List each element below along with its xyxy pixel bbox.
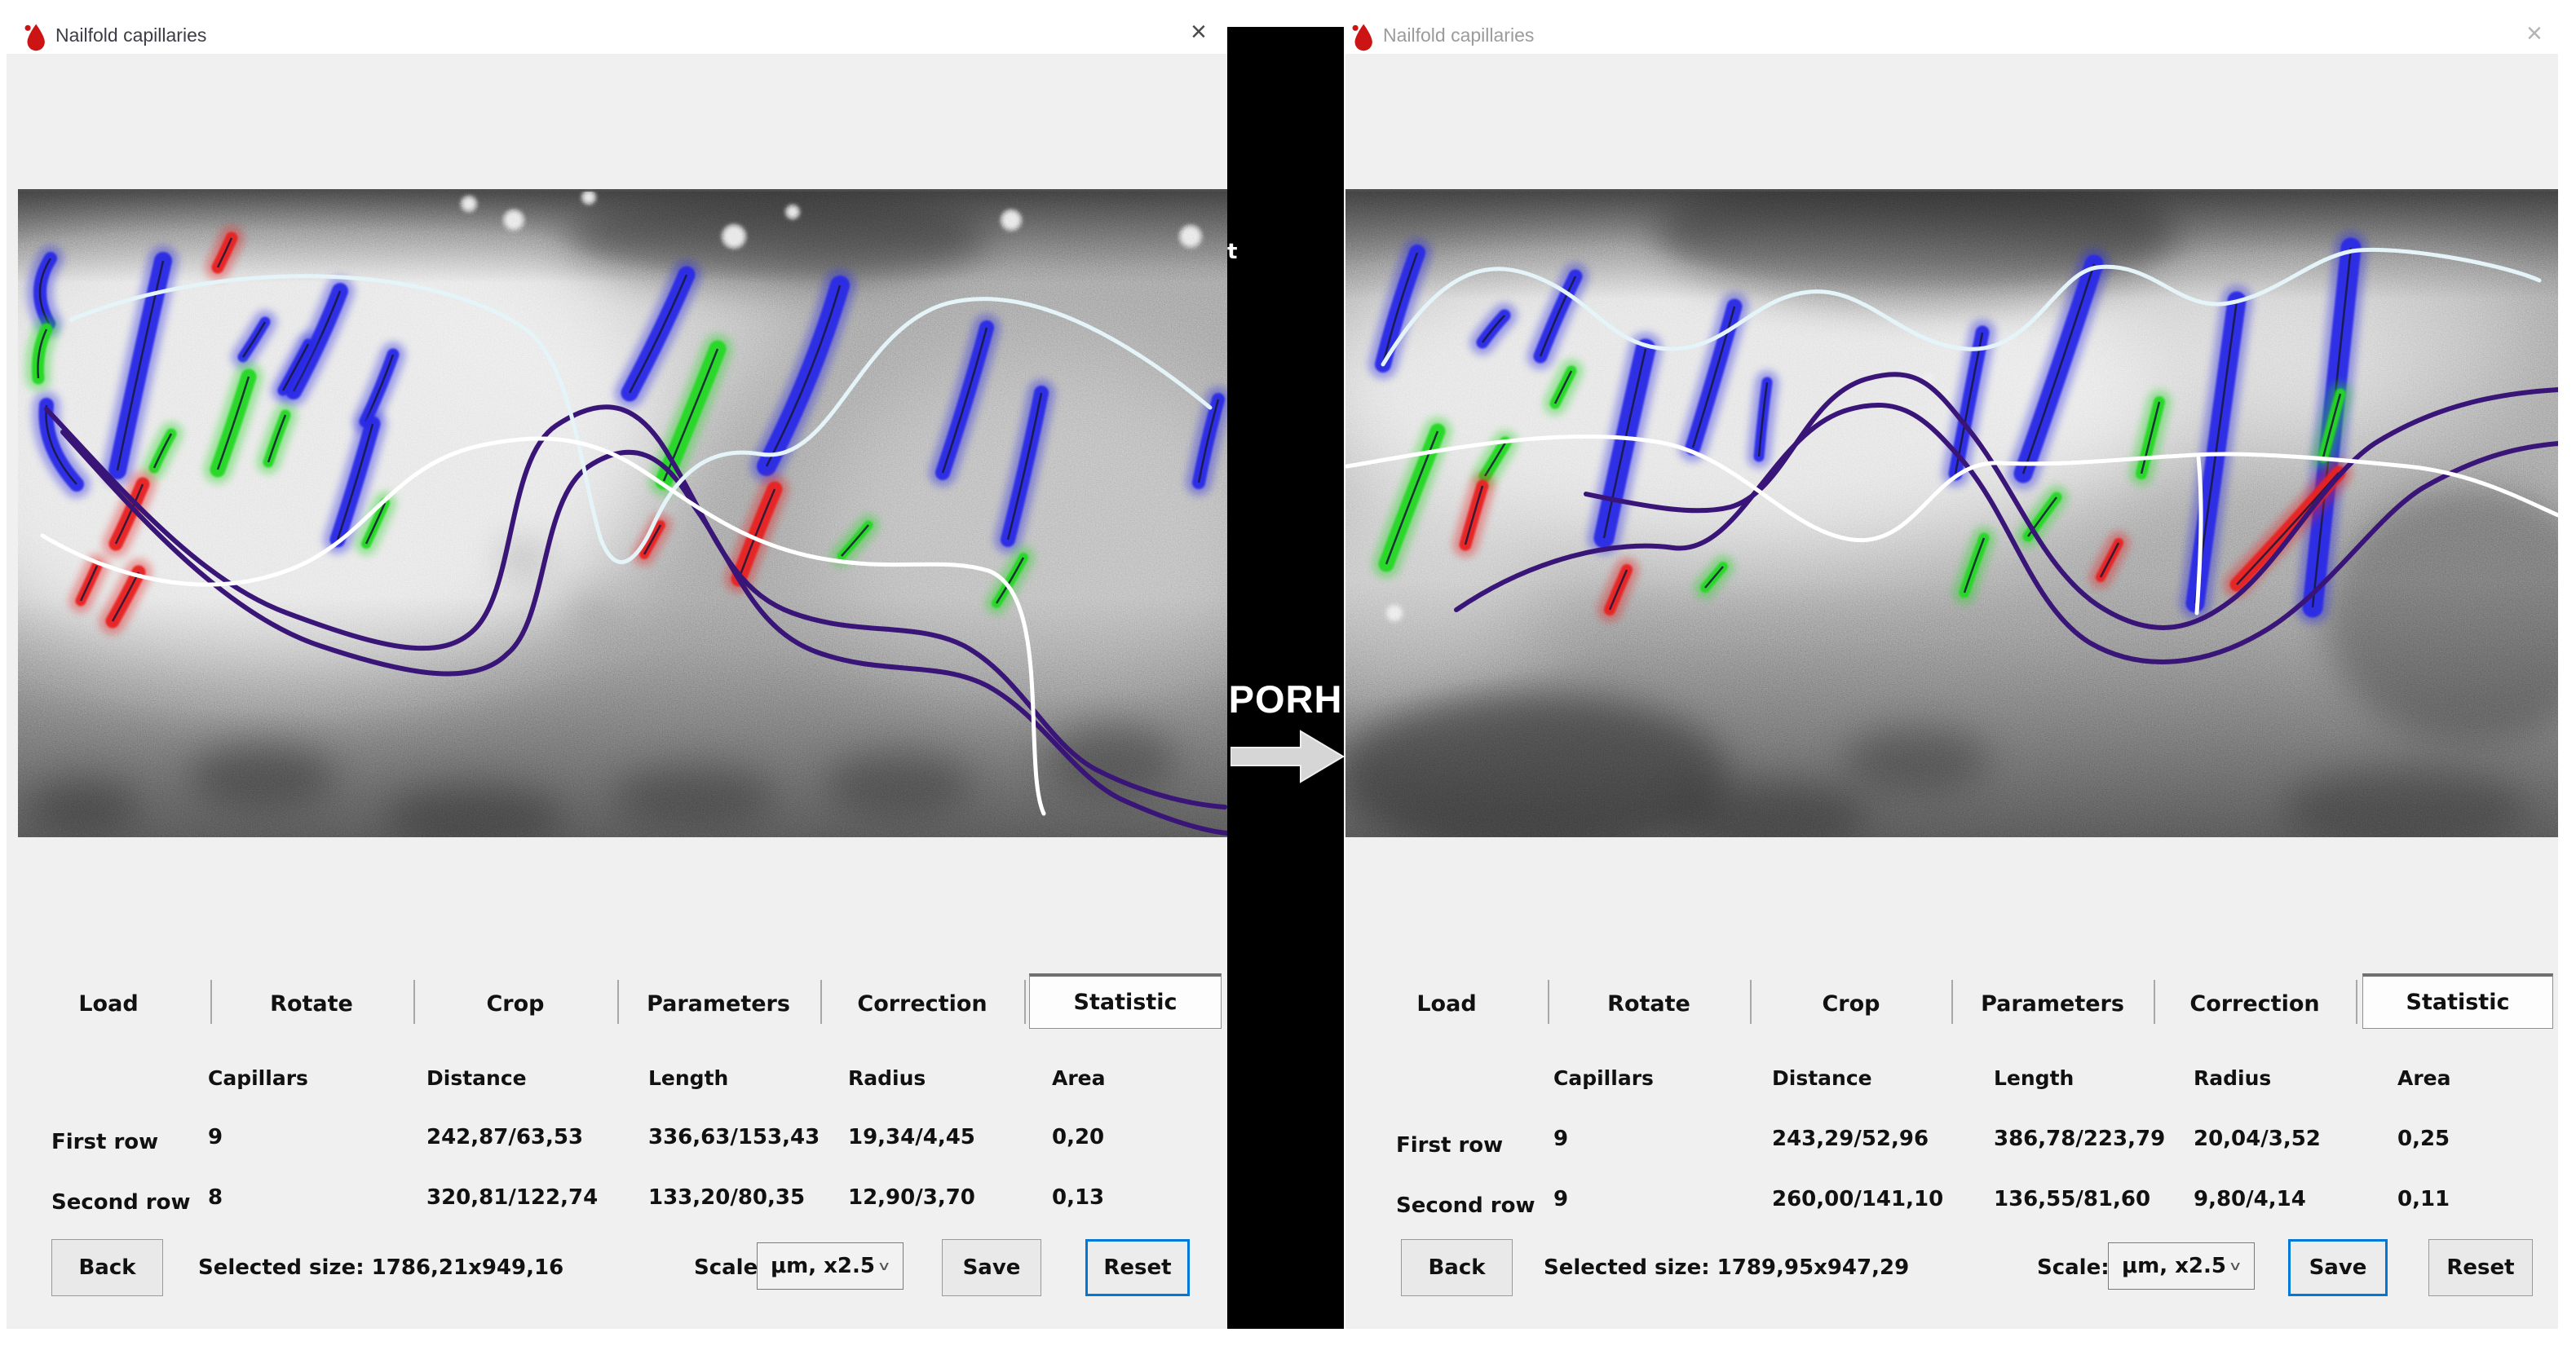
col-header-area: Area <box>1052 1066 1106 1090</box>
tab-separator <box>2356 980 2357 1024</box>
chevron-down-icon: ∨ <box>2228 1259 2254 1273</box>
nailfold-image-after <box>1345 189 2558 837</box>
screenshot-stage: Nailfold capillaries × Nailfold capillar… <box>0 0 2576 1350</box>
tab-rotate[interactable]: Rotate <box>1567 991 1730 1017</box>
col-header-capillars: Capillars <box>1553 1066 1654 1090</box>
tab-separator <box>2154 980 2155 1024</box>
cell-radius: 20,04/3,52 <box>2194 1127 2321 1151</box>
tab-separator <box>820 980 822 1024</box>
tab-separator <box>1951 980 1953 1024</box>
reset-button[interactable]: Reset <box>2428 1239 2533 1296</box>
left-close-icon[interactable]: × <box>1191 18 1207 46</box>
cell-capillars: 9 <box>1553 1187 1568 1211</box>
tab-load[interactable]: Load <box>27 991 190 1017</box>
tab-separator <box>210 980 212 1024</box>
divider-strip: PORH <box>1227 27 1344 1329</box>
scale-label: Scale: <box>694 1255 767 1280</box>
tab-parameters[interactable]: Parameters <box>1971 991 2134 1017</box>
scale-dropdown[interactable]: μm, x2.5 ∨ <box>2108 1242 2255 1290</box>
save-button[interactable]: Save <box>2288 1239 2388 1296</box>
col-header-capillars: Capillars <box>208 1066 308 1090</box>
col-header-radius: Radius <box>848 1066 926 1090</box>
cell-length: 336,63/153,43 <box>648 1125 820 1149</box>
tab-load[interactable]: Load <box>1365 991 1528 1017</box>
nailfold-image-before <box>18 189 1227 837</box>
cell-length: 386,78/223,79 <box>1994 1127 2165 1151</box>
cell-distance: 320,81/122,74 <box>426 1185 598 1210</box>
chevron-down-icon: ∨ <box>877 1259 903 1273</box>
row-label: Second row <box>1396 1193 1535 1218</box>
clipped-text: t <box>1227 240 1237 264</box>
app-drop-icon <box>1350 21 1375 52</box>
cell-area: 0,25 <box>2397 1127 2450 1151</box>
tab-rotate[interactable]: Rotate <box>230 991 393 1017</box>
tab-separator <box>413 980 415 1024</box>
cell-area: 0,20 <box>1052 1125 1104 1149</box>
row-label: Second row <box>51 1190 191 1215</box>
col-header-length: Length <box>648 1066 728 1090</box>
cell-radius: 19,34/4,45 <box>848 1125 975 1149</box>
reset-button[interactable]: Reset <box>1085 1239 1190 1296</box>
col-header-distance: Distance <box>426 1066 527 1090</box>
scale-dropdown-value: μm, x2.5 <box>2109 1254 2228 1278</box>
app-drop-icon <box>23 21 47 52</box>
cell-distance: 242,87/63,53 <box>426 1125 583 1149</box>
cell-area: 0,13 <box>1052 1185 1104 1210</box>
cell-length: 133,20/80,35 <box>648 1185 805 1210</box>
tab-parameters[interactable]: Parameters <box>637 991 800 1017</box>
cell-capillars: 8 <box>208 1185 223 1210</box>
cell-area: 0,11 <box>2397 1187 2450 1211</box>
tab-crop[interactable]: Crop <box>1770 991 1933 1017</box>
tab-correction[interactable]: Correction <box>841 991 1004 1017</box>
selected-size-text: Selected size: 1786,21x949,16 <box>198 1255 563 1280</box>
selected-size-text: Selected size: 1789,95x947,29 <box>1544 1255 1909 1280</box>
tab-crop[interactable]: Crop <box>434 991 597 1017</box>
back-button[interactable]: Back <box>1401 1239 1513 1296</box>
cell-capillars: 9 <box>208 1125 223 1149</box>
right-window-title: Nailfold capillaries <box>1383 24 1534 46</box>
tab-statistic-selected[interactable]: Statistic <box>1029 973 1222 1029</box>
right-close-icon[interactable]: × <box>2526 20 2543 47</box>
porh-label: PORH <box>1227 677 1344 721</box>
tab-statistic-selected[interactable]: Statistic <box>2362 973 2553 1029</box>
col-header-length: Length <box>1994 1066 2074 1090</box>
tab-separator <box>1750 980 1752 1024</box>
cell-radius: 12,90/3,70 <box>848 1185 975 1210</box>
cell-distance: 243,29/52,96 <box>1772 1127 1929 1151</box>
tab-separator <box>1024 980 1026 1024</box>
cell-capillars: 9 <box>1553 1127 1568 1151</box>
col-header-radius: Radius <box>2194 1066 2271 1090</box>
cell-length: 136,55/81,60 <box>1994 1187 2150 1211</box>
arrow-right-icon <box>1231 726 1344 787</box>
cell-radius: 9,80/4,14 <box>2194 1187 2306 1211</box>
col-header-distance: Distance <box>1772 1066 1872 1090</box>
left-window-title: Nailfold capillaries <box>55 24 206 46</box>
cell-distance: 260,00/141,10 <box>1772 1187 1943 1211</box>
col-header-area: Area <box>2397 1066 2451 1090</box>
tab-correction[interactable]: Correction <box>2173 991 2336 1017</box>
tab-separator <box>617 980 619 1024</box>
row-label: First row <box>1396 1133 1503 1158</box>
scale-dropdown[interactable]: μm, x2.5 ∨ <box>757 1242 904 1290</box>
scale-dropdown-value: μm, x2.5 <box>758 1254 877 1278</box>
back-button[interactable]: Back <box>51 1239 163 1296</box>
scale-label: Scale: <box>2037 1255 2110 1280</box>
save-button[interactable]: Save <box>942 1239 1041 1296</box>
tab-separator <box>1548 980 1549 1024</box>
row-label: First row <box>51 1130 158 1154</box>
